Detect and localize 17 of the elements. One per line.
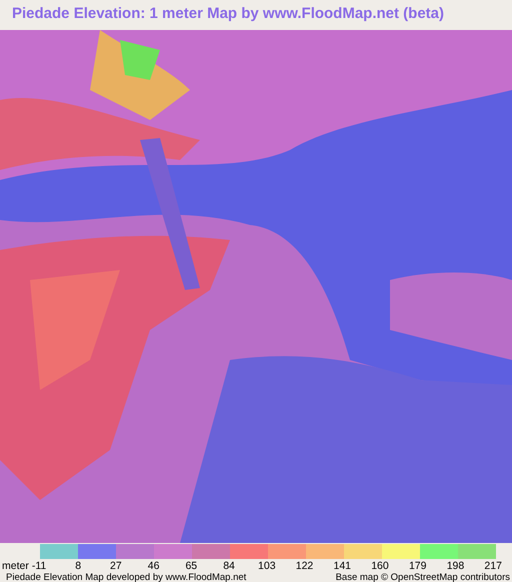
legend-tick-label: 141 (332, 560, 352, 572)
legend-tick-label: 84 (222, 560, 236, 572)
legend-unit: meter (2, 560, 29, 572)
legend-tick-label: 65 (184, 560, 198, 572)
legend-tick-label: 103 (257, 560, 277, 572)
legend-tick-label: 217 (483, 560, 503, 572)
attribution-text: Base map © OpenStreetMap contributors (336, 573, 510, 582)
legend-tick-label: 160 (370, 560, 390, 572)
legend-tick-label: 122 (294, 560, 314, 572)
legend-tick-label: 27 (109, 560, 123, 572)
legend-tick-label: 46 (146, 560, 160, 572)
legend-tick-label: 198 (446, 560, 466, 572)
map-title: Piedade Elevation: 1 meter Map by www.FloodMap.net (beta) (11, 4, 446, 24)
legend-tick-label: 179 (408, 560, 428, 572)
credit-text: Piedade Elevation Map developed by www.FloodMap.net (6, 573, 246, 582)
legend-tick-label: -11 (32, 560, 46, 572)
legend-tick-label: 8 (74, 560, 82, 572)
